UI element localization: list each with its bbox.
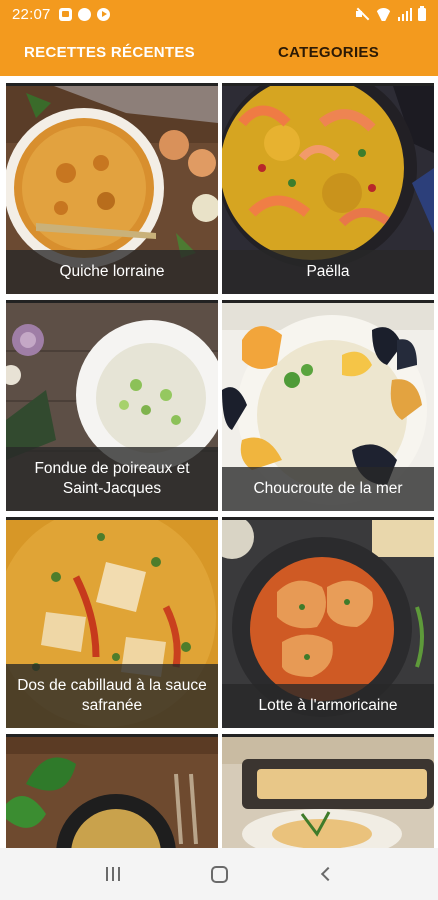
recipe-card-lotte-armoricaine[interactable]: Lotte à l'armoricaine (222, 517, 434, 728)
recipe-card-choucroute-mer[interactable]: Choucroute de la mer (222, 300, 434, 511)
recipe-card-dos-cabillaud[interactable]: Dos de cabillaud à la sauce safranée (6, 517, 218, 728)
signal-icon (398, 7, 412, 21)
recents-icon (106, 867, 120, 881)
system-icons (355, 5, 426, 21)
play-icon (96, 7, 110, 21)
recipe-grid[interactable]: Quiche lorraine Paëlla Fondue de poireau… (0, 76, 438, 848)
tab-categories[interactable]: CATEGORIES (219, 28, 438, 76)
back-icon (320, 866, 336, 882)
recipe-card-paella[interactable]: Paëlla (222, 83, 434, 294)
recipe-title: Fondue de poireaux et Saint-Jacques (6, 447, 218, 511)
recipe-card-quiche-lorraine[interactable]: Quiche lorraine (6, 83, 218, 294)
battery-icon (418, 5, 426, 21)
wifi-icon (375, 8, 392, 21)
status-time: 22:07 (12, 5, 51, 23)
recipe-photo (222, 734, 434, 848)
home-button[interactable] (199, 854, 239, 894)
status-bar: 22:07 (0, 0, 438, 28)
tab-bar: RECETTES RÉCENTES CATEGORIES (0, 28, 438, 76)
recipe-title: Dos de cabillaud à la sauce safranée (6, 664, 218, 728)
system-nav-bar (0, 848, 438, 900)
mail-icon (58, 7, 72, 21)
recipe-card-7[interactable] (6, 734, 218, 848)
tab-recent-recipes[interactable]: RECETTES RÉCENTES (0, 28, 219, 76)
cloud-icon (77, 7, 91, 21)
recipe-title: Quiche lorraine (6, 250, 218, 294)
recipe-title: Choucroute de la mer (222, 467, 434, 511)
recipe-title: Paëlla (222, 250, 434, 294)
back-button[interactable] (305, 854, 345, 894)
mute-icon (355, 7, 369, 21)
recents-button[interactable] (93, 854, 133, 894)
recipe-title: Lotte à l'armoricaine (222, 684, 434, 728)
home-icon (210, 865, 228, 883)
recipe-card-fondue-poireaux[interactable]: Fondue de poireaux et Saint-Jacques (6, 300, 218, 511)
notification-icons (58, 7, 110, 21)
recipe-card-8[interactable] (222, 734, 434, 848)
recipe-photo (6, 734, 218, 848)
